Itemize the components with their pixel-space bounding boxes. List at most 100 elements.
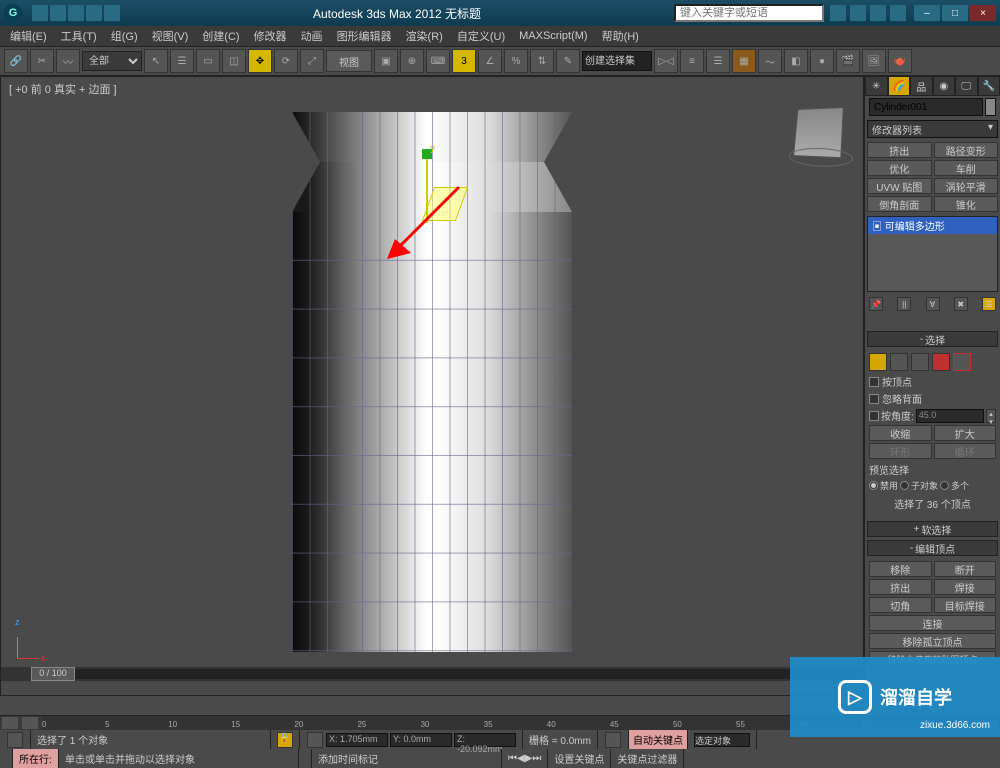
time-slider[interactable]: 0 / 100 (1, 667, 863, 681)
keyboard-shortcut-icon[interactable]: ⌨ (426, 49, 450, 73)
angle-snap-icon[interactable]: ∠ (478, 49, 502, 73)
qat-open-icon[interactable] (50, 5, 66, 21)
abs-rel-icon[interactable] (307, 732, 323, 748)
unlink-icon[interactable]: ✂ (30, 49, 54, 73)
btn-turbosmooth[interactable]: 涡轮平滑 (934, 178, 999, 194)
schematic-view-icon[interactable]: ◧ (784, 49, 808, 73)
btn-extrude[interactable]: 挤出 (867, 142, 932, 158)
bind-spacewarp-icon[interactable]: 〰 (56, 49, 80, 73)
radio-subobj[interactable] (900, 481, 909, 490)
configure-sets-icon[interactable]: ☰ (982, 297, 996, 311)
rendered-frame-icon[interactable]: 🖼 (862, 49, 886, 73)
mirror-icon[interactable]: ▷◁ (654, 49, 678, 73)
help-icon[interactable] (890, 5, 906, 21)
key-filter-dropdown[interactable]: 选定对象 (694, 733, 750, 747)
menu-animation[interactable]: 动画 (295, 26, 329, 46)
select-region-icon[interactable]: ▭ (196, 49, 220, 73)
tab-motion-icon[interactable]: ◉ (933, 76, 956, 96)
spinner-snap-icon[interactable]: ⇅ (530, 49, 554, 73)
help-search-input[interactable] (674, 4, 824, 22)
menu-render[interactable]: 渲染(R) (400, 26, 449, 46)
lock-selection-icon[interactable]: 🔒 (277, 732, 293, 748)
menu-create[interactable]: 创建(C) (196, 26, 245, 46)
subobj-element-icon[interactable] (953, 353, 971, 371)
time-slider-track[interactable] (31, 669, 855, 679)
tab-hierarchy-icon[interactable]: 品 (910, 76, 933, 96)
render-production-icon[interactable]: 🫖 (888, 49, 912, 73)
named-selection-dropdown[interactable]: 创建选择集 (582, 51, 652, 71)
object-color-swatch[interactable] (985, 98, 996, 116)
window-crossing-icon[interactable]: ◫ (222, 49, 246, 73)
align-icon[interactable]: ≡ (680, 49, 704, 73)
link-icon[interactable]: 🔗 (4, 49, 28, 73)
menu-help[interactable]: 帮助(H) (596, 26, 645, 46)
time-slider-marker[interactable]: 0 / 100 (31, 667, 75, 681)
move-gizmo[interactable]: y (426, 157, 506, 237)
qat-undo-icon[interactable] (86, 5, 102, 21)
select-icon[interactable]: ↖ (144, 49, 168, 73)
menu-group[interactable]: 组(G) (105, 26, 144, 46)
manipulate-icon[interactable]: ⊕ (400, 49, 424, 73)
radio-multi[interactable] (940, 481, 949, 490)
checkbox-icon[interactable] (869, 411, 879, 421)
playback-start-icon[interactable]: ⏮ (508, 753, 517, 764)
qat-redo-icon[interactable] (104, 5, 120, 21)
trackbar-key-icon[interactable] (22, 717, 38, 729)
snap-toggle-icon[interactable]: 3 (452, 49, 476, 73)
gizmo-y-axis[interactable] (426, 157, 428, 223)
selection-filter-dropdown[interactable]: 全部 (82, 51, 142, 71)
btn-remove[interactable]: 移除 (869, 561, 932, 577)
auto-key-button[interactable]: 自动关键点 (629, 730, 688, 749)
exchange-icon[interactable] (850, 5, 866, 21)
btn-taper[interactable]: 锥化 (934, 196, 999, 212)
coord-x-input[interactable]: X: 1.705mm (326, 733, 388, 747)
by-angle-spinner[interactable]: 45.0 (916, 409, 984, 423)
tab-display-icon[interactable]: 🖵 (955, 76, 978, 96)
modifier-stack[interactable]: ▣ 可编辑多边形 (867, 216, 998, 292)
btn-grow[interactable]: 扩大 (934, 425, 997, 441)
make-unique-icon[interactable]: ∀ (926, 297, 940, 311)
playback-prev-icon[interactable]: ◀ (517, 753, 525, 764)
remove-modifier-icon[interactable]: ✖ (954, 297, 968, 311)
viewcube[interactable] (793, 107, 844, 158)
rollout-softselection-header[interactable]: 软选择 (867, 521, 998, 537)
tab-utilities-icon[interactable]: 🔧 (978, 76, 1000, 96)
btn-weld[interactable]: 焊接 (934, 579, 997, 595)
scale-icon[interactable]: ⤢ (300, 49, 324, 73)
menu-edit[interactable]: 编辑(E) (4, 26, 53, 46)
rotate-icon[interactable]: ⟳ (274, 49, 298, 73)
playback-play-icon[interactable]: ▶ (525, 753, 533, 764)
menu-view[interactable]: 视图(V) (146, 26, 195, 46)
curve-editor-icon[interactable]: 〜 (758, 49, 782, 73)
pin-stack-icon[interactable]: 📌 (869, 297, 883, 311)
object-name-input[interactable] (869, 98, 983, 116)
btn-target-weld[interactable]: 目标焊接 (934, 597, 997, 613)
render-setup-icon[interactable]: 🎬 (836, 49, 860, 73)
modifier-list-dropdown[interactable]: 修改器列表▾ (867, 120, 998, 138)
menu-modifiers[interactable]: 修改器 (248, 26, 293, 46)
coord-y-input[interactable]: Y: 0.0mm (390, 733, 452, 747)
menu-graph-editors[interactable]: 图形编辑器 (331, 26, 398, 46)
subobj-border-icon[interactable] (911, 353, 929, 371)
menu-maxscript[interactable]: MAXScript(M) (513, 28, 593, 44)
menu-tools[interactable]: 工具(T) (55, 26, 103, 46)
btn-shrink[interactable]: 收缩 (869, 425, 932, 441)
edit-named-sel-icon[interactable]: ✎ (556, 49, 580, 73)
btn-optimize[interactable]: 优化 (867, 160, 932, 176)
subobj-vertex-icon[interactable] (869, 353, 887, 371)
tab-modify[interactable]: 🌈 (888, 76, 911, 96)
percent-snap-icon[interactable]: % (504, 49, 528, 73)
chk-by-vertex[interactable]: 按顶点 (869, 374, 996, 389)
btn-break[interactable]: 断开 (934, 561, 997, 577)
time-tag-icon[interactable] (605, 732, 621, 748)
app-icon[interactable]: G (4, 4, 22, 22)
subobj-polygon-icon[interactable] (932, 353, 950, 371)
favorites-icon[interactable] (870, 5, 886, 21)
btn-chamfer[interactable]: 切角 (869, 597, 932, 613)
minimize-button[interactable]: – (914, 5, 940, 21)
playback-next-icon[interactable]: ⏭ (532, 753, 541, 764)
viewport-label[interactable]: [ +0 前 0 真实 + 边面 ] (9, 81, 117, 97)
tab-create[interactable]: ✳ (865, 76, 888, 96)
btn-uvw-map[interactable]: UVW 贴图 (867, 178, 932, 194)
stack-item-editable-poly[interactable]: ▣ 可编辑多边形 (868, 217, 997, 234)
